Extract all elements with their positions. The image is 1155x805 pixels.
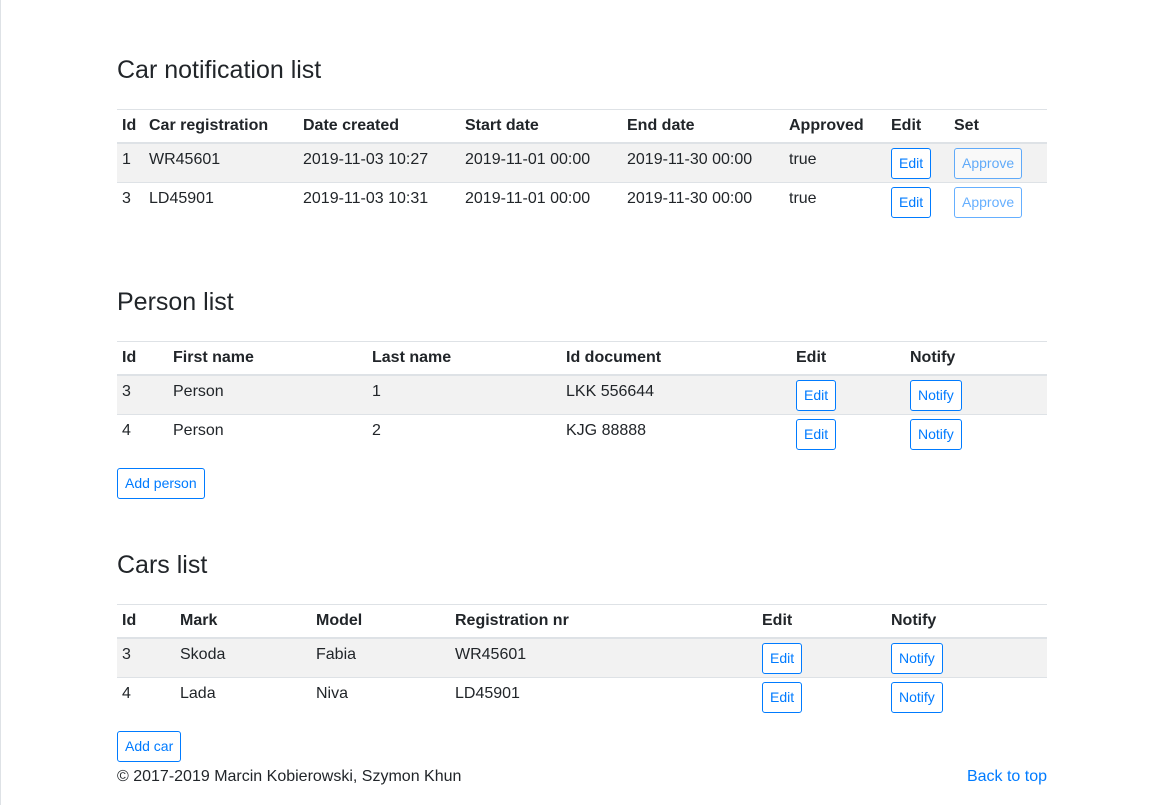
column-header: Approved [784, 109, 886, 144]
notify-button[interactable]: Notify [910, 379, 962, 411]
edit-button[interactable]: Edit [762, 642, 803, 674]
table-header-row: Id Mark Model Registration nr Edit Notif… [117, 604, 1047, 639]
table-row: 4 Person 2 KJG 88888 Edit Notify [117, 414, 1047, 455]
cell-start-date: 2019-11-01 00:00 [460, 182, 622, 223]
table-row: 1 WR45601 2019-11-03 10:27 2019-11-01 00… [117, 142, 1047, 183]
persons-title: Person list [117, 288, 234, 316]
column-header: Id [117, 341, 168, 376]
cell-model: Fabia [311, 637, 450, 678]
column-header: Edit [886, 109, 949, 144]
cell-id: 4 [117, 677, 175, 718]
edit-button[interactable]: Edit [762, 682, 803, 713]
notify-button[interactable]: Notify [891, 642, 943, 674]
copyright-text: © 2017-2019 Marcin Kobierowski, Szymon K… [117, 768, 462, 785]
table-row: 3 LD45901 2019-11-03 10:31 2019-11-01 00… [117, 182, 1047, 223]
column-header: Id [117, 604, 175, 639]
column-header: Edit [757, 604, 886, 639]
cell-id: 4 [117, 414, 168, 455]
approve-button[interactable]: Approve [954, 187, 1023, 218]
cell-first-name: Person [168, 414, 367, 455]
notify-button[interactable]: Notify [891, 682, 943, 713]
cell-first-name: Person [168, 374, 367, 415]
column-header: Date created [298, 109, 460, 144]
column-header: Id [117, 109, 144, 144]
column-header: Edit [791, 341, 905, 376]
cell-start-date: 2019-11-01 00:00 [460, 142, 622, 183]
cell-id: 3 [117, 637, 175, 678]
column-header: Last name [367, 341, 561, 376]
edit-button[interactable]: Edit [891, 147, 932, 179]
notify-button[interactable]: Notify [910, 419, 962, 450]
column-header: Notify [886, 604, 1047, 639]
column-header: Mark [175, 604, 311, 639]
cell-id: 3 [117, 374, 168, 415]
cell-registration: LD45901 [450, 677, 757, 718]
edit-button[interactable]: Edit [796, 419, 837, 450]
column-header: First name [168, 341, 367, 376]
cars-table: Id Mark Model Registration nr Edit Notif… [117, 604, 1047, 718]
edit-button[interactable]: Edit [796, 379, 837, 411]
approve-button[interactable]: Approve [954, 147, 1023, 179]
table-header-row: Id First name Last name Id document Edit… [117, 341, 1047, 376]
cell-last-name: 2 [367, 414, 561, 455]
column-header: End date [622, 109, 784, 144]
cell-registration: WR45601 [144, 142, 298, 183]
notifications-table: Id Car registration Date created Start d… [117, 109, 1047, 223]
cell-end-date: 2019-11-30 00:00 [622, 182, 784, 223]
table-row: 4 Lada Niva LD45901 Edit Notify [117, 677, 1047, 718]
cell-id-document: LKK 556644 [561, 374, 791, 415]
cell-approved: true [784, 142, 886, 183]
column-header: Start date [460, 109, 622, 144]
add-car-button[interactable]: Add car [117, 731, 182, 762]
cell-date-created: 2019-11-03 10:27 [298, 142, 460, 183]
table-row: 3 Skoda Fabia WR45601 Edit Notify [117, 637, 1047, 678]
column-header: Notify [905, 341, 1047, 376]
cell-date-created: 2019-11-03 10:31 [298, 182, 460, 223]
add-person-button[interactable]: Add person [117, 468, 205, 499]
cell-approved: true [784, 182, 886, 223]
edit-button[interactable]: Edit [891, 187, 932, 218]
cell-mark: Lada [175, 677, 311, 718]
cell-id-document: KJG 88888 [561, 414, 791, 455]
cell-end-date: 2019-11-30 00:00 [622, 142, 784, 183]
cell-id: 1 [117, 142, 144, 183]
cars-title: Cars list [117, 551, 208, 579]
cell-id: 3 [117, 182, 144, 223]
column-header: Id document [561, 341, 791, 376]
back-to-top-link[interactable]: Back to top [967, 768, 1047, 786]
notifications-title: Car notification list [117, 56, 322, 84]
cell-registration: LD45901 [144, 182, 298, 223]
table-row: 3 Person 1 LKK 556644 Edit Notify [117, 374, 1047, 415]
cell-mark: Skoda [175, 637, 311, 678]
cell-model: Niva [311, 677, 450, 718]
cell-registration: WR45601 [450, 637, 757, 678]
cell-last-name: 1 [367, 374, 561, 415]
column-header: Car registration [144, 109, 298, 144]
persons-table: Id First name Last name Id document Edit… [117, 341, 1047, 455]
column-header: Registration nr [450, 604, 757, 639]
column-header: Set [949, 109, 1047, 144]
column-header: Model [311, 604, 450, 639]
table-header-row: Id Car registration Date created Start d… [117, 109, 1047, 144]
